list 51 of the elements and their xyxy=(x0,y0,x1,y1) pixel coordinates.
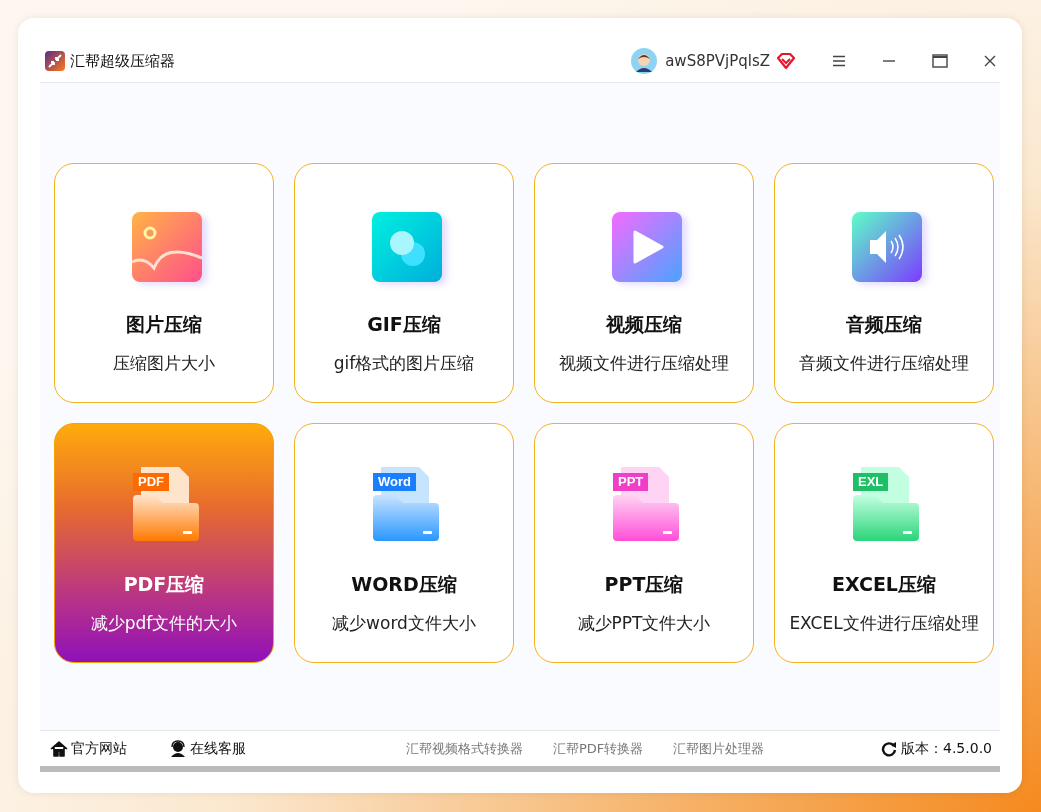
link-text: 在线客服 xyxy=(190,739,246,758)
user-name[interactable]: awS8PVjPqlsZ xyxy=(665,52,770,70)
card-description: 视频文件进行压缩处理 xyxy=(559,352,729,375)
version-text: 版本：4.5.0.0 xyxy=(901,739,992,758)
vip-diamond-icon xyxy=(776,52,796,70)
link-text: 官方网站 xyxy=(71,739,127,758)
icon-label: Word xyxy=(373,473,416,491)
icon-label: PPT xyxy=(613,473,649,491)
window-title: 汇帮超级压缩器 xyxy=(70,51,175,71)
speaker-icon xyxy=(850,210,924,284)
product-link[interactable]: 汇帮视频格式转换器 xyxy=(406,739,523,758)
circles-icon xyxy=(370,210,444,284)
maximize-icon[interactable] xyxy=(932,54,948,68)
icon-label: PDF xyxy=(133,473,169,491)
close-icon[interactable] xyxy=(984,55,996,67)
card-description: 音频文件进行压缩处理 xyxy=(799,352,969,375)
card-description: 减少pdf文件的大小 xyxy=(90,612,238,635)
refresh-icon[interactable] xyxy=(881,740,897,757)
card-title: 音频压缩 xyxy=(846,312,922,337)
card-title: PDF压缩 xyxy=(123,572,205,597)
play-icon xyxy=(610,210,684,284)
product-link[interactable]: 汇帮图片处理器 xyxy=(673,739,765,758)
card-description: 减少PPT文件大小 xyxy=(577,612,711,635)
card-title: 图片压缩 xyxy=(126,312,202,337)
avatar-icon xyxy=(631,48,658,74)
support-agent-icon xyxy=(169,739,187,758)
tool-card[interactable]: GIF压缩 gif格式的图片压缩 xyxy=(294,163,514,403)
tool-card[interactable]: PPT PPT压缩 减少PPT文件大小 xyxy=(534,423,754,663)
footer-link[interactable]: 官方网站 xyxy=(50,739,127,758)
footer-link[interactable]: 在线客服 xyxy=(169,739,246,758)
card-description: 压缩图片大小 xyxy=(113,352,215,375)
icon-label: EXL xyxy=(853,473,889,491)
tool-card[interactable]: 音频压缩 音频文件进行压缩处理 xyxy=(774,163,994,403)
tool-card[interactable]: Word WORD压缩 减少word文件大小 xyxy=(294,423,514,663)
picture-icon xyxy=(130,210,204,284)
tool-card[interactable]: EXL EXCEL压缩 EXCEL文件进行压缩处理 xyxy=(774,423,994,663)
tool-card[interactable]: 视频压缩 视频文件进行压缩处理 xyxy=(534,163,754,403)
card-title: WORD压缩 xyxy=(351,572,457,597)
card-title: PPT压缩 xyxy=(604,572,684,597)
menu-icon[interactable] xyxy=(832,55,846,67)
app-logo-icon xyxy=(45,51,65,71)
card-title: GIF压缩 xyxy=(367,312,441,337)
card-description: 减少word文件大小 xyxy=(332,612,476,635)
product-link[interactable]: 汇帮PDF转换器 xyxy=(553,739,644,758)
tool-card[interactable]: PDF PDF压缩 减少pdf文件的大小 xyxy=(54,423,274,663)
card-description: gif格式的图片压缩 xyxy=(333,352,475,375)
tool-card[interactable]: 图片压缩 压缩图片大小 xyxy=(54,163,274,403)
card-description: EXCEL文件进行压缩处理 xyxy=(789,612,979,635)
card-title: 视频压缩 xyxy=(606,312,682,337)
card-title: EXCEL压缩 xyxy=(832,572,936,597)
home-icon xyxy=(50,739,68,758)
